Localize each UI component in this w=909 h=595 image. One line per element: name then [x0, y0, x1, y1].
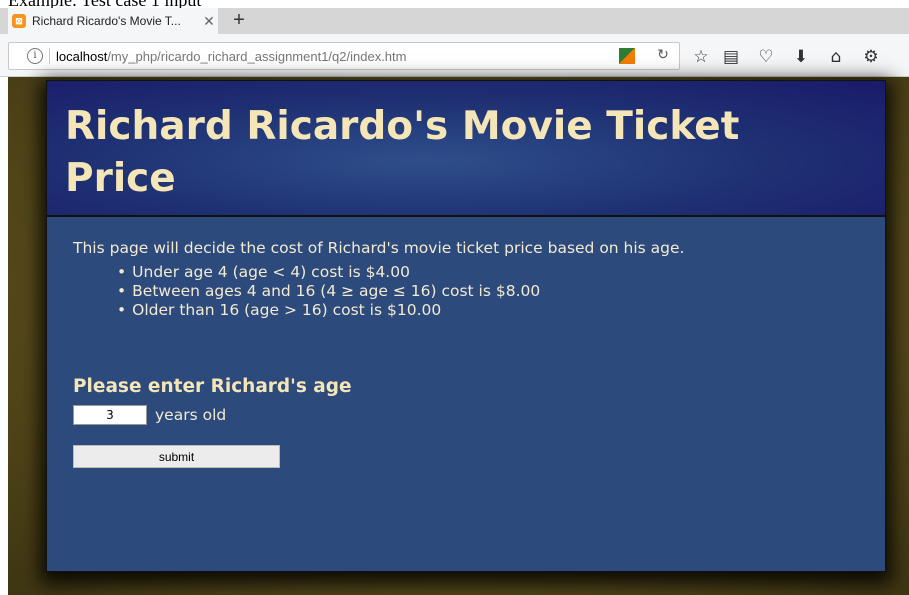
new-tab-button[interactable]: +	[228, 10, 250, 32]
browser-nav-bar: i localhost /my_php/ricardo_richard_assi…	[0, 34, 909, 77]
reload-icon[interactable]: ↻	[654, 46, 672, 64]
list-item: Between ages 4 and 16 (4 ≥ age ≤ 16) cos…	[117, 282, 859, 301]
star-icon[interactable]: ☆	[690, 46, 712, 68]
age-unit-label: years old	[155, 406, 227, 424]
list-item: Under age 4 (age < 4) cost is $4.00	[117, 263, 859, 282]
age-input[interactable]	[73, 405, 147, 425]
page-content: This page will decide the cost of Richar…	[47, 217, 885, 490]
browser-tab-bar: ⊠ Richard Ricardo's Movie T... ✕ +	[0, 8, 909, 34]
browser-tab[interactable]: ⊠ Richard Ricardo's Movie T... ✕	[8, 8, 218, 34]
site-info-icon[interactable]: i	[27, 48, 43, 64]
list-item: Older than 16 (age > 16) cost is $10.00	[117, 301, 859, 320]
form-title: Please enter Richard's age	[73, 376, 352, 397]
submit-button[interactable]: submit	[73, 445, 280, 468]
reading-list-icon[interactable]: ▤	[720, 46, 742, 68]
intro-text: This page will decide the cost of Richar…	[73, 239, 685, 257]
page-title: Richard Ricardo's Movie Ticket Price	[65, 104, 740, 201]
tab-title: Richard Ricardo's Movie T...	[32, 14, 181, 28]
download-icon[interactable]: ⬇	[790, 46, 812, 68]
url-separator	[49, 48, 50, 64]
home-icon[interactable]: ⌂	[825, 46, 847, 68]
content-card: Richard Ricardo's Movie Ticket Price Thi…	[46, 80, 886, 572]
extension-icon[interactable]: ⚙	[860, 46, 882, 68]
url-path: /my_php/ricardo_richard_assignment1/q2/i…	[107, 48, 407, 64]
age-row: years old	[73, 405, 859, 425]
pocket-icon[interactable]: ♡	[755, 46, 777, 68]
page-header: Richard Ricardo's Movie Ticket Price	[47, 81, 885, 217]
xampp-favicon-icon: ⊠	[12, 14, 26, 28]
extension-badge-icon[interactable]	[619, 48, 635, 64]
url-host: localhost	[56, 48, 108, 64]
address-bar[interactable]: i localhost /my_php/ricardo_richard_assi…	[8, 42, 680, 70]
price-rules-list: Under age 4 (age < 4) cost is $4.00 Betw…	[73, 263, 859, 320]
close-tab-icon[interactable]: ✕	[200, 13, 218, 30]
